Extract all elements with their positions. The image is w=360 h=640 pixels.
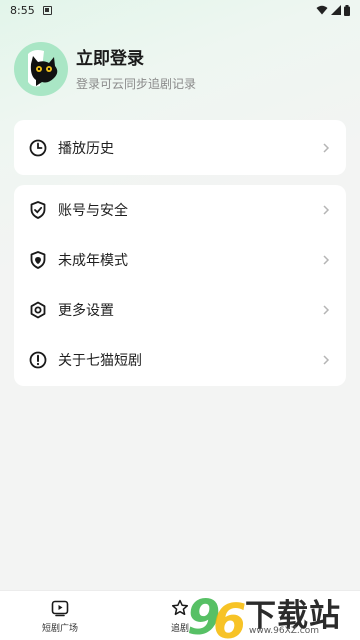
chevron-right-icon: [323, 142, 330, 153]
chevron-right-icon: [323, 355, 330, 365]
menu-item-more-settings[interactable]: 更多设置: [14, 285, 346, 335]
status-bar: 8:55: [0, 0, 360, 20]
history-card: 播放历史: [14, 120, 346, 175]
wifi-icon: [316, 5, 328, 15]
menu-item-label: 更多设置: [58, 303, 114, 319]
login-title[interactable]: 立即登录: [76, 47, 196, 71]
info-icon: [29, 351, 47, 369]
status-time: 8:55: [10, 3, 35, 17]
menu-item-label: 关于七猫短剧: [58, 353, 142, 369]
nav-item-drama-square[interactable]: 短剧广场: [0, 591, 120, 640]
settings-icon: [30, 301, 46, 319]
menu-item-history[interactable]: 播放历史: [14, 120, 346, 175]
chevron-right-icon: [323, 305, 330, 315]
status-left: 8:55: [10, 4, 52, 17]
menu-item-label: 未成年模式: [58, 253, 128, 269]
menu-item-account-security[interactable]: 账号与安全: [14, 185, 346, 235]
login-header[interactable]: 立即登录 登录可云同步追剧记录: [14, 42, 346, 96]
status-right: [316, 4, 350, 16]
youth-shield-icon: [30, 251, 46, 269]
menu-item-label: 账号与安全: [58, 203, 128, 219]
svg-text:6: 6: [213, 594, 245, 640]
menu-item-about[interactable]: 关于七猫短剧: [14, 335, 346, 385]
clock-icon: [29, 139, 47, 156]
login-text: 立即登录 登录可云同步追剧记录: [76, 47, 196, 92]
settings-card: 账号与安全 未成年模式 更多设置 关于七猫短剧: [14, 185, 346, 386]
nav-label: 短剧广场: [41, 623, 78, 634]
watermark-digits-icon: 9 6: [187, 590, 246, 640]
notification-icon: [42, 5, 52, 15]
shield-icon: [30, 201, 46, 219]
avatar[interactable]: [14, 42, 68, 96]
cat-logo-icon: [28, 50, 58, 87]
signal-icon: [331, 5, 341, 15]
play-square-icon: [51, 600, 69, 616]
battery-icon: [344, 4, 350, 16]
menu-item-label: 播放历史: [58, 140, 114, 157]
watermark-url: www.96XZ.com: [249, 626, 319, 636]
chevron-right-icon: [323, 255, 330, 265]
login-subtitle: 登录可云同步追剧记录: [76, 76, 197, 91]
chevron-right-icon: [323, 205, 330, 215]
watermark-logo: 9 6 下载站 www.96XZ.com: [185, 588, 360, 640]
menu-item-youth-mode[interactable]: 未成年模式: [14, 235, 346, 285]
profile-screen: 8:55 立即登录 登录可云同步追剧记录 播放历史 账号与安全 未成年模式 更多…: [0, 0, 360, 640]
